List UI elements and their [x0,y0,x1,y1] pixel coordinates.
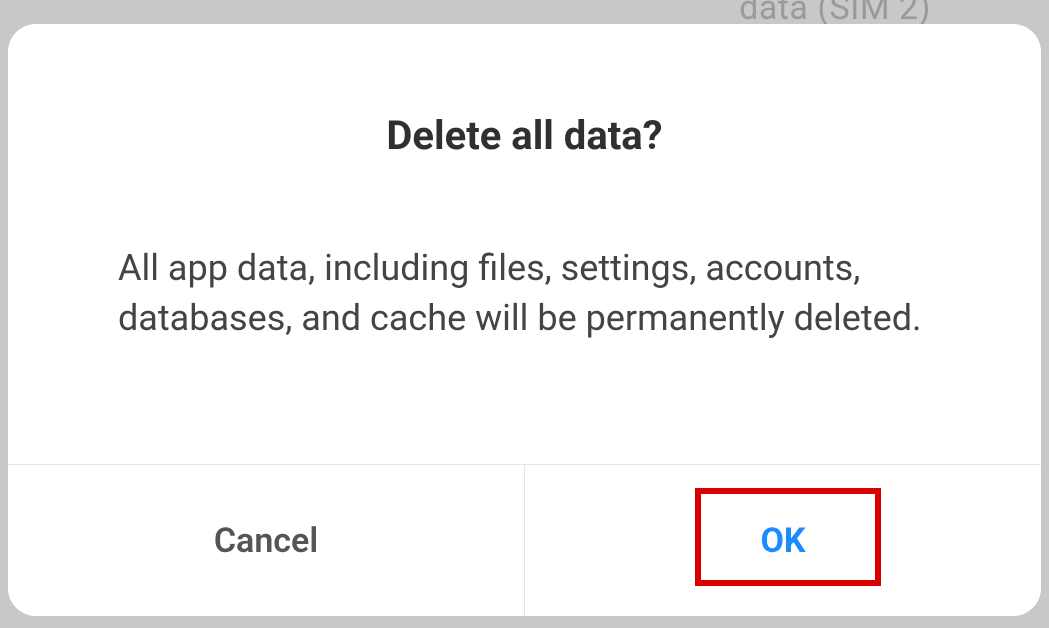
dialog-title: Delete all data? [8,24,1041,159]
cancel-button[interactable]: Cancel [8,465,524,616]
ok-button[interactable]: OK [525,465,1041,616]
dialog-action-bar: Cancel OK [8,464,1041,616]
dialog-body-text: All app data, including files, settings,… [8,159,1041,464]
confirm-delete-dialog: Delete all data? All app data, including… [8,24,1041,616]
